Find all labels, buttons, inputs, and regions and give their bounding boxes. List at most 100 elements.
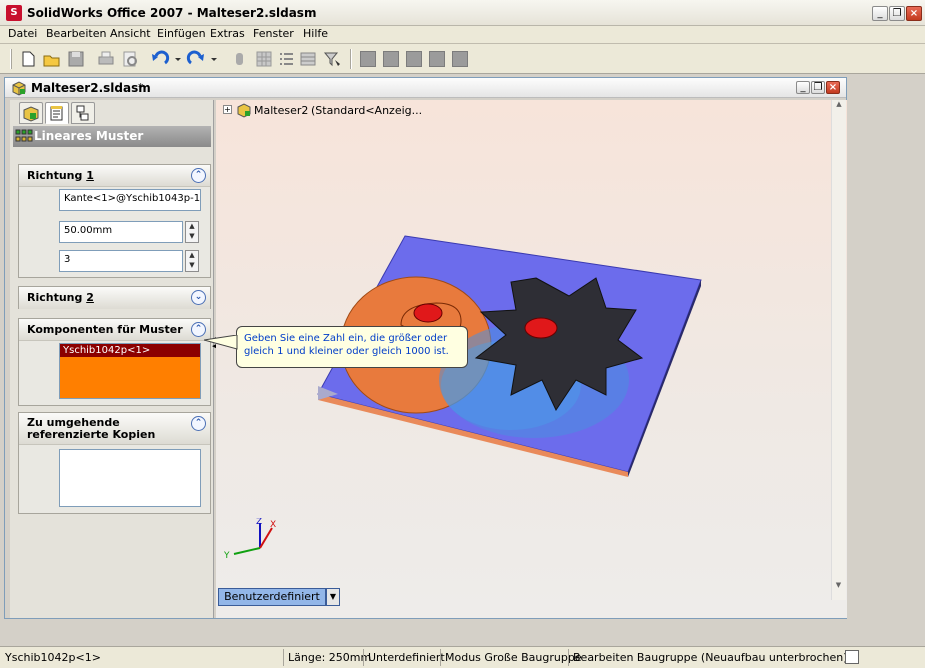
view-tab-custom[interactable]: Benutzerdefiniert xyxy=(218,588,326,606)
table-icon[interactable] xyxy=(298,49,318,69)
group-skip-header[interactable]: Zu umgehende referenzierte Kopien ⌃ xyxy=(19,413,210,445)
menu-extras[interactable]: Extras xyxy=(210,27,245,40)
group-components-header[interactable]: Komponenten für Muster ⌃ xyxy=(19,319,210,341)
view2-icon[interactable] xyxy=(383,51,399,67)
tab-property-manager[interactable] xyxy=(45,102,69,124)
doc-close-button[interactable]: × xyxy=(826,81,840,94)
collapse-icon[interactable]: ⌃ xyxy=(191,416,206,431)
status-length: Länge: 250mm xyxy=(288,651,372,664)
scroll-down-icon[interactable]: ▼ xyxy=(831,581,846,593)
menu-bar: Datei Bearbeiten Ansicht Einfügen Extras… xyxy=(0,26,925,44)
status-edit: Bearbeiten Baugruppe (Neuaufbau unterbro… xyxy=(573,651,848,664)
list-icon[interactable] xyxy=(276,49,296,69)
assembly-icon xyxy=(236,102,252,121)
solidworks-logo-icon: S xyxy=(6,5,22,21)
group-direction-2: Richtung 2 ⌄ xyxy=(18,286,211,309)
spin-down-icon[interactable]: ▼ xyxy=(186,261,198,271)
spin-down-icon[interactable]: ▼ xyxy=(186,232,198,242)
open-icon[interactable] xyxy=(42,49,62,69)
close-button[interactable]: × xyxy=(906,6,922,21)
tooltip-text: Geben Sie eine Zahl ein, die größer oder… xyxy=(244,333,449,357)
spin-up-icon[interactable]: ▲ xyxy=(186,251,198,261)
property-manager-panel: Lineares Muster Richtung 1 ⌃ Kante<1>@Ys… xyxy=(10,100,214,618)
instance-count-input[interactable]: 3 xyxy=(59,250,183,272)
view4-icon[interactable] xyxy=(429,51,445,67)
svg-text:Z: Z xyxy=(256,518,262,527)
view1-icon[interactable] xyxy=(360,51,376,67)
svg-text:X: X xyxy=(270,520,276,530)
direction-1-label: Richtung xyxy=(27,169,83,182)
skip-instances-list[interactable] xyxy=(59,449,201,507)
menu-hilfe[interactable]: Hilfe xyxy=(303,27,328,40)
direction-edge-field[interactable]: Kante<1>@Yschib1043p-1 xyxy=(59,189,201,211)
undo-icon[interactable] xyxy=(150,49,182,69)
group-direction-1: Richtung 1 ⌃ Kante<1>@Yschib1043p-1 50.0… xyxy=(18,164,211,278)
spacing-spinner[interactable]: ▲ ▼ xyxy=(185,221,199,243)
components-label: Komponenten für Muster xyxy=(27,323,183,336)
direction-2-number: 2 xyxy=(86,291,94,304)
components-list[interactable]: Yschib1042p<1> xyxy=(59,343,201,399)
tooltip-pointer xyxy=(204,335,238,350)
print-icon[interactable] xyxy=(96,49,116,69)
graphics-area[interactable]: + Malteser2 (Standard<Anzeig... Geben Si… xyxy=(204,100,847,618)
document-window: Malteser2.sldasm * _ ❐ × Lineares Muster… xyxy=(4,77,847,619)
grid-icon[interactable] xyxy=(254,49,274,69)
expand-icon[interactable]: ⌄ xyxy=(191,290,206,305)
status-bar: Yschib1042p<1> Länge: 250mm Unterdefinie… xyxy=(0,646,925,668)
property-manager-title: Lineares Muster xyxy=(34,129,144,143)
collapse-icon[interactable]: ⌃ xyxy=(191,168,206,183)
count-spinner[interactable]: ▲ ▼ xyxy=(185,250,199,272)
property-manager-header: Lineares Muster xyxy=(13,126,211,147)
group-direction-2-header[interactable]: Richtung 2 ⌄ xyxy=(19,287,210,309)
new-icon[interactable] xyxy=(18,49,38,69)
status-definition: Unterdefiniert xyxy=(368,651,445,664)
group-skip-instances: Zu umgehende referenzierte Kopien ⌃ xyxy=(18,412,211,514)
view5-icon[interactable] xyxy=(452,51,468,67)
status-checkbox[interactable] xyxy=(845,650,859,664)
status-mode: Modus Große Baugruppe xyxy=(445,651,582,664)
scroll-up-icon[interactable]: ▲ xyxy=(832,100,846,108)
help-tooltip: Geben Sie eine Zahl ein, die größer oder… xyxy=(236,326,468,368)
maximize-button[interactable]: ❐ xyxy=(889,6,905,21)
menu-einfuegen[interactable]: Einfügen xyxy=(157,27,206,40)
tab-feature-tree[interactable] xyxy=(19,102,43,124)
redo-icon[interactable] xyxy=(186,49,218,69)
modified-marker: * xyxy=(138,81,144,94)
window-title: SolidWorks Office 2007 - Malteser2.sldas… xyxy=(27,6,317,20)
select-icon[interactable] xyxy=(230,49,250,69)
view-tab-dropdown-icon[interactable]: ▼ xyxy=(326,588,340,606)
expand-tree-icon[interactable]: + xyxy=(223,105,232,114)
doc-minimize-button[interactable]: _ xyxy=(796,81,810,94)
filter-icon[interactable] xyxy=(322,49,342,69)
save-icon[interactable] xyxy=(66,49,86,69)
tree-root-label[interactable]: Malteser2 xyxy=(254,104,308,117)
doc-restore-button[interactable]: ❐ xyxy=(811,81,825,94)
svg-text:Y: Y xyxy=(223,551,230,561)
linear-pattern-icon xyxy=(15,129,33,147)
components-list-item[interactable]: Yschib1042p<1> xyxy=(60,344,200,357)
status-selection: Yschib1042p<1> xyxy=(5,651,101,664)
document-title: Malteser2.sldasm xyxy=(31,81,151,95)
skip-instances-label: Zu umgehende referenzierte Kopien xyxy=(27,416,156,441)
menu-datei[interactable]: Datei xyxy=(8,27,37,40)
print-preview-icon[interactable] xyxy=(120,49,140,69)
tree-config-label: (Standard<Anzeig... xyxy=(311,104,423,117)
minimize-button[interactable]: _ xyxy=(872,6,888,21)
document-title-bar: Malteser2.sldasm * _ ❐ × xyxy=(5,78,846,98)
vertical-scrollbar[interactable]: ▲ xyxy=(831,100,846,600)
group-components: Komponenten für Muster ⌃ Yschib1042p<1> xyxy=(18,318,211,406)
direction-2-label: Richtung xyxy=(27,291,83,304)
spin-up-icon[interactable]: ▲ xyxy=(186,222,198,232)
standard-toolbar xyxy=(0,44,925,74)
view3-icon[interactable] xyxy=(406,51,422,67)
menu-ansicht[interactable]: Ansicht xyxy=(110,27,151,40)
direction-1-number: 1 xyxy=(86,169,94,182)
menu-bearbeiten[interactable]: Bearbeiten xyxy=(46,27,106,40)
group-direction-1-header[interactable]: Richtung 1 ⌃ xyxy=(19,165,210,187)
assembly-icon xyxy=(11,80,27,99)
tab-configuration-manager[interactable] xyxy=(71,102,95,124)
menu-fenster[interactable]: Fenster xyxy=(253,27,294,40)
spacing-input[interactable]: 50.00mm xyxy=(59,221,183,243)
axis-triad-icon: Z Y X xyxy=(223,518,276,561)
title-bar: S SolidWorks Office 2007 - Malteser2.sld… xyxy=(0,0,925,26)
